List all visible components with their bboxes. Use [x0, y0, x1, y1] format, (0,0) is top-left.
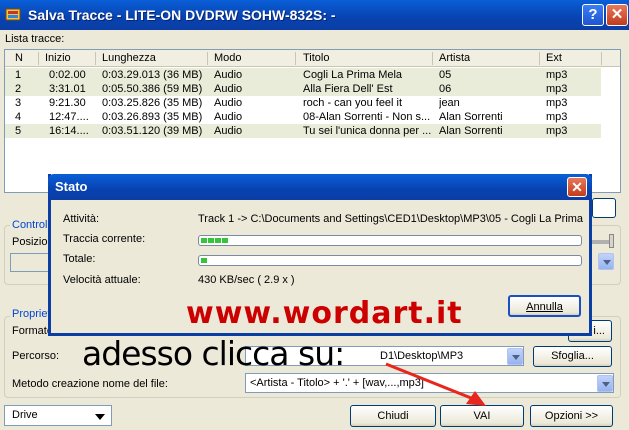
current-track-progress-fill — [201, 238, 228, 243]
progress-segment — [208, 238, 214, 243]
track-mode: Audio — [214, 83, 243, 95]
total-progress-fill — [201, 258, 207, 263]
window-title: Salva Tracce - LITE-ON DVDRW SOHW-832S: … — [28, 7, 336, 23]
chevron-down-icon — [95, 414, 105, 420]
column-header-ext[interactable]: Ext — [546, 52, 562, 64]
activity-value: Track 1 -> C:\Documents and Settings\CED… — [198, 213, 584, 225]
track-length: 0:03.25.826 (35 MB) — [102, 97, 203, 109]
track-ext: mp3 — [546, 97, 568, 109]
position-slider-thumb[interactable] — [609, 234, 614, 248]
track-number: 2 — [15, 83, 22, 95]
track-start: 12:47.... — [49, 111, 89, 123]
track-ext: mp3 — [546, 125, 568, 137]
chevron-down-icon[interactable] — [507, 348, 523, 365]
properties-group-label: Propriet — [10, 308, 53, 320]
track-ext: mp3 — [546, 69, 568, 81]
track-title: Cogli La Prima Mela — [303, 69, 403, 81]
track-mode: Audio — [214, 111, 243, 123]
activity-label: Attività: — [63, 213, 100, 225]
track-row[interactable]: 4 12:47.... 0:03.26.893 (35 MB) Audio 08… — [5, 110, 601, 124]
drive-value: Drive — [12, 409, 38, 421]
chevron-down-icon[interactable] — [598, 253, 614, 270]
track-artist: jean — [439, 97, 460, 109]
current-track-label: Traccia corrente: — [63, 233, 146, 245]
pointer-arrow-icon — [385, 362, 486, 406]
side-button[interactable] — [592, 198, 616, 218]
naming-method-label: Metodo creazione nome del file: — [12, 378, 168, 390]
track-list-label: Lista tracce: — [5, 33, 65, 45]
track-start: 0:02.00 — [49, 69, 86, 81]
tutorial-caption: adesso clicca su: — [82, 334, 345, 373]
status-dialog-close-button[interactable]: ✕ — [567, 177, 587, 197]
current-track-progress-bar — [198, 235, 582, 246]
track-row[interactable]: 1 0:02.00 0:03.29.013 (36 MB) Audio Cogl… — [5, 68, 601, 82]
column-header-modo[interactable]: Modo — [214, 52, 242, 64]
track-title: 08-Alan Sorrenti - Non s... — [303, 111, 431, 123]
window-close-button[interactable]: ✕ — [606, 4, 628, 26]
status-dialog-title-bar: Stato ✕ — [48, 174, 592, 200]
chevron-down-icon[interactable] — [597, 375, 613, 392]
track-artist: Alan Sorrenti — [439, 111, 503, 123]
track-number: 5 — [15, 125, 22, 137]
status-dialog-title: Stato — [55, 179, 88, 194]
column-header-artista[interactable]: Artista — [439, 52, 470, 64]
options-button[interactable]: Opzioni >> — [530, 405, 613, 427]
track-row[interactable]: 5 16:14.... 0:03.51.120 (39 MB) Audio Tu… — [5, 124, 601, 138]
track-title: Alla Fiera Dell' Est — [303, 83, 393, 95]
track-mode: Audio — [214, 125, 243, 137]
column-header-inizio[interactable]: Inizio — [45, 52, 71, 64]
track-length: 0:03.26.893 (35 MB) — [102, 111, 203, 123]
controls-group-label: Controll — [10, 219, 52, 231]
total-progress-bar — [198, 255, 582, 266]
track-title: roch - can you feel it — [303, 97, 403, 109]
track-start: 3:31.01 — [49, 83, 86, 95]
column-header-lunghezza[interactable]: Lunghezza — [102, 52, 156, 64]
track-length: 0:03.51.120 (39 MB) — [102, 125, 203, 137]
progress-segment — [222, 238, 228, 243]
drive-dropdown[interactable]: Drive — [4, 405, 112, 426]
track-artist: 05 — [439, 69, 452, 81]
track-list[interactable]: N Inizio Lunghezza Modo Titolo Artista E… — [4, 49, 621, 193]
track-row[interactable]: 2 3:31.01 0:05.50.386 (59 MB) Audio Alla… — [5, 82, 601, 96]
track-mode: Audio — [214, 97, 243, 109]
track-length: 0:05.50.386 (59 MB) — [102, 83, 203, 95]
speed-value: 430 KB/sec ( 2.9 x ) — [198, 274, 295, 286]
track-ext: mp3 — [546, 111, 568, 123]
track-start: 9:21.30 — [49, 97, 86, 109]
total-label: Totale: — [63, 253, 96, 265]
track-start: 16:14.... — [49, 125, 89, 137]
track-ext: mp3 — [546, 83, 568, 95]
track-number: 1 — [15, 69, 22, 81]
track-row[interactable]: 3 9:21.30 0:03.25.826 (35 MB) Audio roch… — [5, 96, 601, 110]
column-header-titolo[interactable]: Titolo — [303, 52, 330, 64]
app-icon — [5, 8, 21, 21]
track-title: Tu sei l'unica donna per ... — [303, 125, 431, 137]
speed-label: Velocità attuale: — [63, 274, 141, 286]
title-bar: Salva Tracce - LITE-ON DVDRW SOHW-832S: … — [0, 0, 629, 30]
browse-button[interactable]: Sfoglia... — [533, 346, 612, 367]
track-artist: 06 — [439, 83, 452, 95]
track-number: 3 — [15, 97, 22, 109]
help-button[interactable]: ? — [582, 4, 604, 26]
format-label: Formato — [12, 325, 53, 337]
watermark-wordart: www.wordart.it — [186, 296, 463, 331]
track-number: 4 — [15, 111, 22, 123]
track-artist: Alan Sorrenti — [439, 125, 503, 137]
progress-segment — [215, 238, 221, 243]
progress-segment — [201, 238, 207, 243]
track-mode: Audio — [214, 69, 243, 81]
cancel-button[interactable]: Annulla — [508, 295, 581, 317]
column-header-n[interactable]: N — [15, 52, 23, 64]
progress-segment — [201, 258, 207, 263]
path-label: Percorso: — [12, 350, 60, 362]
track-list-header: N Inizio Lunghezza Modo Titolo Artista E… — [5, 50, 620, 67]
track-length: 0:03.29.013 (36 MB) — [102, 69, 203, 81]
